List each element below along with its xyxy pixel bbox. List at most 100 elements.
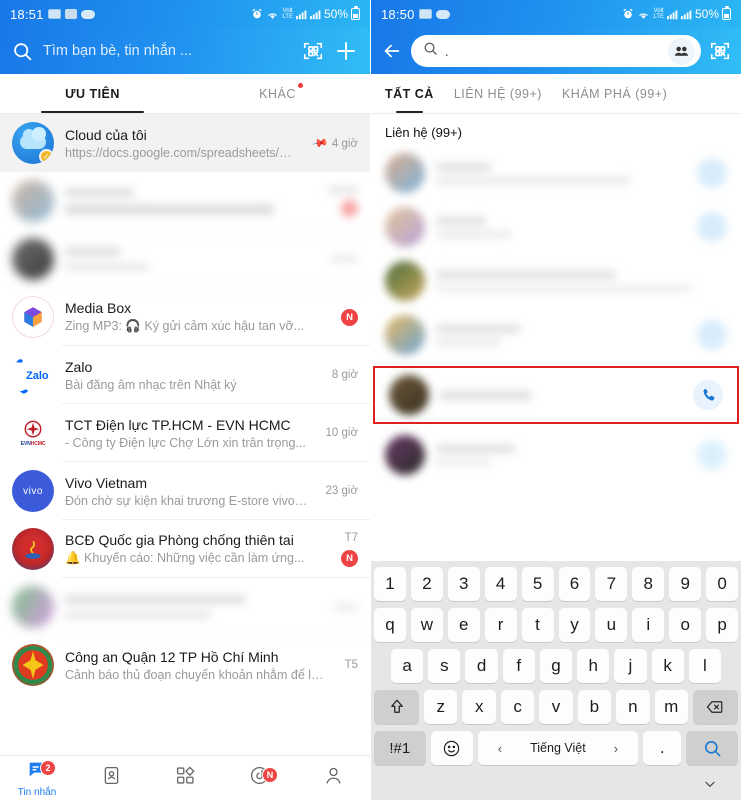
key-1[interactable]: 1 [373,567,406,601]
list-item[interactable] [371,200,741,254]
tab-khac[interactable]: KHÁC [185,74,370,113]
zalo-avatar: Zalo [12,354,54,396]
list-item-preview: Cảnh báo thủ đoạn chuyển khoản nhằm để l… [65,667,328,682]
list-item-right [328,603,358,611]
chevron-right-icon[interactable]: › [614,741,618,756]
call-icon[interactable] [693,380,723,410]
blurred-preview [65,203,275,215]
search-input[interactable]: . [411,35,701,67]
key-e[interactable]: e [447,608,480,642]
status-left-group: 18:50 [381,7,450,22]
list-item[interactable]: Công an Quận 12 TP Hồ Chí Minh Cảnh báo … [0,636,370,694]
bottom-nav-feed[interactable]: N [222,765,296,791]
group-people-icon[interactable] [668,37,695,65]
search-key-icon[interactable] [686,731,738,765]
list-item-text: Vivo Vietnam Đón chờ sự kiện khai trương… [65,475,309,508]
key-w[interactable]: w [410,608,443,642]
call-icon[interactable] [697,158,727,188]
list-item[interactable]: vivo Vivo Vietnam Đón chờ sự kiện khai t… [0,462,370,520]
list-item[interactable] [371,428,741,482]
key-c[interactable]: c [500,690,535,724]
key-d[interactable]: d [465,649,498,683]
key-9[interactable]: 9 [669,567,702,601]
list-item-text [440,390,682,400]
call-icon[interactable] [697,440,727,470]
tab-tat-ca[interactable]: TẤT CẢ [385,74,434,113]
key-t[interactable]: t [521,608,554,642]
list-item[interactable] [0,172,370,230]
qr-scan-icon[interactable] [302,40,324,62]
tab-lien-he[interactable]: LIÊN HỆ (99+) [454,74,542,113]
plus-icon[interactable] [334,39,358,63]
list-item[interactable]: EVNHCMC TCT Điện lực TP.HCM - EVN HCMC -… [0,404,370,462]
list-item[interactable]: Media Box Zing MP3: 🎧 Ký gửi cảm xúc hậu… [0,288,370,346]
bottom-nav-messages[interactable]: 2 Tin nhắn [0,758,74,798]
key-x[interactable]: x [462,690,496,724]
period-key[interactable]: . [643,731,682,765]
list-item[interactable] [371,146,741,200]
key-q[interactable]: q [373,608,406,642]
list-item[interactable] [371,308,741,362]
shift-icon[interactable] [373,690,420,724]
list-item[interactable] [0,230,370,288]
list-item-highlighted[interactable] [373,366,739,424]
key-i[interactable]: i [632,608,665,642]
space-key[interactable]: ‹ Tiếng Việt › [477,731,639,765]
evn-avatar: EVNHCMC [12,412,54,454]
key-l[interactable]: l [688,649,721,683]
list-item[interactable] [371,254,741,308]
key-p[interactable]: p [706,608,739,642]
key-z[interactable]: z [424,690,458,724]
image-icon [64,9,77,19]
key-s[interactable]: s [428,649,461,683]
key-2[interactable]: 2 [410,567,443,601]
key-8[interactable]: 8 [632,567,665,601]
key-4[interactable]: 4 [484,567,517,601]
list-item-title: Cloud của tôi [65,126,147,143]
tab-kham-pha[interactable]: KHÁM PHÁ (99+) [562,74,667,113]
blurred-title [65,247,120,256]
emoji-icon[interactable] [430,731,473,765]
key-v[interactable]: v [539,690,573,724]
key-g[interactable]: g [539,649,573,683]
key-7[interactable]: 7 [595,567,628,601]
key-n[interactable]: n [616,690,650,724]
bottom-nav-profile[interactable] [296,765,370,791]
key-y[interactable]: y [558,608,591,642]
key-m[interactable]: m [654,690,688,724]
backspace-icon[interactable] [692,690,739,724]
key-r[interactable]: r [484,608,517,642]
search-input[interactable]: Tìm bạn bè, tin nhắn ... [43,43,292,59]
bottom-nav-contacts[interactable] [74,765,148,791]
call-icon[interactable] [697,320,727,350]
chevron-down-icon[interactable] [700,777,720,796]
blurred-name [436,444,516,453]
key-3[interactable]: 3 [447,567,480,601]
key-j[interactable]: j [614,649,647,683]
list-item[interactable]: Zalo Zalo Bài đăng âm nhạc trên Nhật ký … [0,346,370,404]
qr-scan-icon[interactable] [709,40,731,62]
key-o[interactable]: o [669,608,702,642]
key-a[interactable]: a [391,649,424,683]
key-6[interactable]: 6 [558,567,591,601]
chevron-left-icon[interactable]: ‹ [498,741,502,756]
key-h[interactable]: h [577,649,610,683]
blurred-sub [436,230,511,238]
call-icon[interactable] [697,212,727,242]
key-b[interactable]: b [577,690,612,724]
key-u[interactable]: u [595,608,628,642]
list-item[interactable]: ✓ Cloud của tôi https://docs.google.com/… [0,114,370,172]
bottom-nav-apps[interactable] [148,765,222,791]
key-k[interactable]: k [651,649,684,683]
key-f[interactable]: f [502,649,535,683]
symbols-key[interactable]: !#1 [374,731,426,765]
tab-uu-tien[interactable]: ƯU TIÊN [0,74,185,113]
back-arrow-icon[interactable] [381,40,403,62]
list-item[interactable]: BCĐ Quốc gia Phòng chống thiên tai 🔔 Khu… [0,520,370,578]
key-5[interactable]: 5 [521,567,554,601]
blurred-time [328,185,358,194]
unread-badge: N [341,308,358,326]
search-icon[interactable] [12,41,33,62]
list-item[interactable] [0,578,370,636]
key-0[interactable]: 0 [706,567,739,601]
